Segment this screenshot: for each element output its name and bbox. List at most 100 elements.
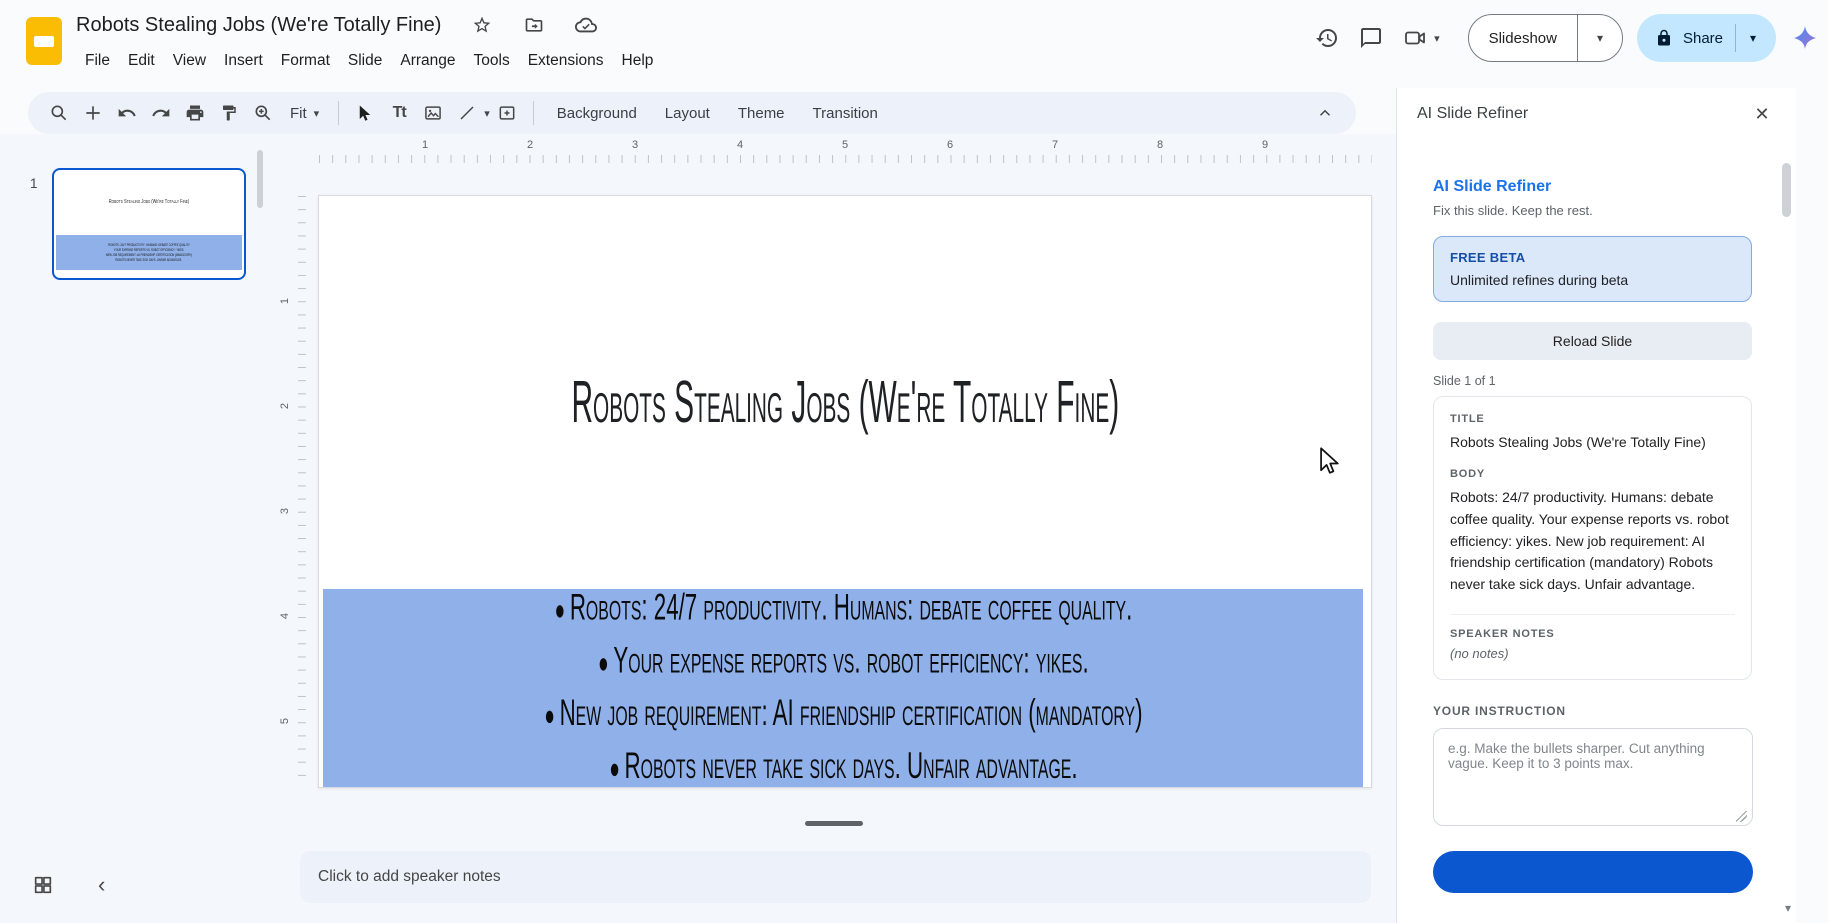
- lock-icon: [1655, 29, 1673, 47]
- gemini-icon[interactable]: [1790, 23, 1820, 53]
- speaker-notes-input[interactable]: Click to add speaker notes: [300, 851, 1371, 903]
- ruler-tick: 2: [279, 403, 291, 409]
- speaker-notes-value: (no notes): [1450, 646, 1735, 661]
- ruler-tick: 5: [842, 139, 848, 151]
- text-box-tool[interactable]: Tt: [382, 98, 416, 128]
- menu-insert[interactable]: Insert: [215, 48, 272, 74]
- toolbar: Fit ▾ Tt ▾ Background Layout Theme Trans…: [28, 92, 1356, 134]
- ruler-tick: 2: [527, 139, 533, 151]
- share-dropdown-icon[interactable]: ▾: [1736, 31, 1770, 45]
- panel-scroll-down-icon[interactable]: ▾: [1785, 901, 1791, 915]
- filmstrip-scrollbar[interactable]: [257, 150, 263, 208]
- menu-format[interactable]: Format: [272, 48, 339, 74]
- slide-title-textbox[interactable]: Robots Stealing Jobs (We're Totally Fine…: [319, 366, 1371, 436]
- comments-icon[interactable]: [1356, 23, 1386, 53]
- move-folder-icon[interactable]: [519, 10, 549, 40]
- reload-slide-button[interactable]: Reload Slide: [1433, 322, 1752, 360]
- ruler-tick: 8: [1157, 139, 1163, 151]
- slides-logo-glyph: [34, 36, 54, 47]
- ruler-tick: 9: [1262, 139, 1268, 151]
- menu-view[interactable]: View: [164, 48, 215, 74]
- zoom-fit-dropdown-icon: ▾: [314, 107, 320, 120]
- slide-bullet-list: Robots: 24/7 productivity. Humans: debat…: [544, 582, 1142, 793]
- line-dropdown-icon[interactable]: ▾: [484, 107, 490, 120]
- menu-arrange[interactable]: Arrange: [391, 48, 464, 74]
- menu-tools[interactable]: Tools: [465, 48, 519, 74]
- refiner-heading: AI Slide Refiner: [1433, 178, 1752, 196]
- notes-resize-handle[interactable]: [805, 821, 863, 826]
- menubar: File Edit View Insert Format Slide Arran…: [76, 46, 662, 76]
- beta-title: FREE BETA: [1450, 250, 1735, 265]
- version-history-icon[interactable]: [1312, 23, 1342, 53]
- refine-submit-button[interactable]: [1433, 851, 1753, 893]
- zoom-in-icon[interactable]: [246, 98, 280, 128]
- menu-edit[interactable]: Edit: [119, 48, 164, 74]
- ruler-tick: 6: [947, 139, 953, 151]
- insert-placeholder-icon[interactable]: [490, 98, 524, 128]
- ruler-tick: 7: [1052, 139, 1058, 151]
- speaker-notes-placeholder: Click to add speaker notes: [318, 868, 501, 886]
- close-panel-icon[interactable]: ✕: [1748, 100, 1776, 128]
- header-actions: ▾ Slideshow ▾ Share ▾: [1312, 12, 1820, 64]
- textarea-resize-grip[interactable]: [1736, 811, 1747, 822]
- menu-help[interactable]: Help: [613, 48, 663, 74]
- insert-image-button[interactable]: [416, 98, 450, 128]
- menu-file[interactable]: File: [76, 48, 119, 74]
- slide-title-text: Robots Stealing Jobs (We're Totally Fine…: [571, 366, 1119, 436]
- insert-line-tool[interactable]: [450, 98, 484, 128]
- cloud-status-icon[interactable]: [571, 10, 601, 40]
- instruction-label: YOUR INSTRUCTION: [1433, 704, 1752, 718]
- menu-extensions[interactable]: Extensions: [519, 48, 613, 74]
- slide-bullet: New job requirement: AI friendship certi…: [544, 688, 1142, 741]
- slide-bullet: Robots never take sick days. Unfair adva…: [544, 741, 1142, 794]
- document-title[interactable]: Robots Stealing Jobs (We're Totally Fine…: [76, 14, 441, 37]
- slide-body-textbox[interactable]: Robots: 24/7 productivity. Humans: debat…: [323, 589, 1363, 787]
- body-value: Robots: 24/7 productivity. Humans: debat…: [1450, 487, 1735, 595]
- instruction-input[interactable]: [1433, 728, 1753, 826]
- meet-camera-icon[interactable]: [1400, 23, 1430, 53]
- redo-button[interactable]: [144, 98, 178, 128]
- panel-body: AI Slide Refiner Fix this slide. Keep th…: [1397, 140, 1796, 898]
- paint-format-button[interactable]: [212, 98, 246, 128]
- star-icon[interactable]: [467, 10, 497, 40]
- camera-dropdown-icon[interactable]: ▾: [1434, 32, 1440, 45]
- ruler-tick: 3: [632, 139, 638, 151]
- slide-canvas[interactable]: Robots Stealing Jobs (We're Totally Fine…: [318, 195, 1372, 788]
- slideshow-dropdown-icon[interactable]: ▾: [1578, 31, 1622, 45]
- toolbar-divider: [533, 101, 534, 125]
- title-block: Robots Stealing Jobs (We're Totally Fine…: [76, 10, 662, 76]
- vertical-ruler: [298, 196, 306, 788]
- slides-logo[interactable]: [26, 17, 62, 65]
- search-menus-icon[interactable]: [42, 98, 76, 128]
- app-root: Robots Stealing Jobs (We're Totally Fine…: [0, 0, 1828, 923]
- text-box-glyph: Tt: [393, 104, 406, 122]
- collapse-filmstrip-icon[interactable]: ‹: [98, 872, 105, 898]
- undo-button[interactable]: [110, 98, 144, 128]
- collapse-toolbar-icon[interactable]: [1308, 104, 1342, 122]
- menu-slide[interactable]: Slide: [339, 48, 391, 74]
- ruler-tick: 1: [422, 139, 428, 151]
- ruler-tick: 3: [279, 508, 291, 514]
- background-button[interactable]: Background: [543, 99, 651, 128]
- slideshow-button[interactable]: Slideshow ▾: [1468, 14, 1623, 62]
- slide-bullet: Robots: 24/7 productivity. Humans: debat…: [544, 582, 1142, 635]
- transition-button[interactable]: Transition: [799, 99, 892, 128]
- share-label: Share: [1683, 30, 1723, 47]
- new-slide-button[interactable]: [76, 98, 110, 128]
- horizontal-ruler: [319, 155, 1372, 163]
- theme-button[interactable]: Theme: [724, 99, 799, 128]
- layout-button[interactable]: Layout: [651, 99, 724, 128]
- select-tool[interactable]: [348, 98, 382, 128]
- speaker-notes-label: SPEAKER NOTES: [1450, 628, 1735, 640]
- slide-thumbnail[interactable]: Robots Stealing Jobs (We're Totally Fine…: [52, 168, 246, 280]
- speaker-notes-section: SPEAKER NOTES (no notes): [1450, 614, 1735, 661]
- zoom-fit-select[interactable]: Fit ▾: [280, 105, 329, 122]
- grid-view-button[interactable]: [32, 874, 54, 896]
- thumbnail-bullet: Robots never take sick days. Unfair adva…: [116, 258, 183, 263]
- print-button[interactable]: [178, 98, 212, 128]
- share-button[interactable]: Share ▾: [1637, 14, 1776, 62]
- ruler-tick: 4: [279, 613, 291, 619]
- header: Robots Stealing Jobs (We're Totally Fine…: [0, 0, 1828, 88]
- panel-scrollbar[interactable]: [1782, 163, 1791, 217]
- panel-header: AI Slide Refiner ✕: [1397, 88, 1796, 140]
